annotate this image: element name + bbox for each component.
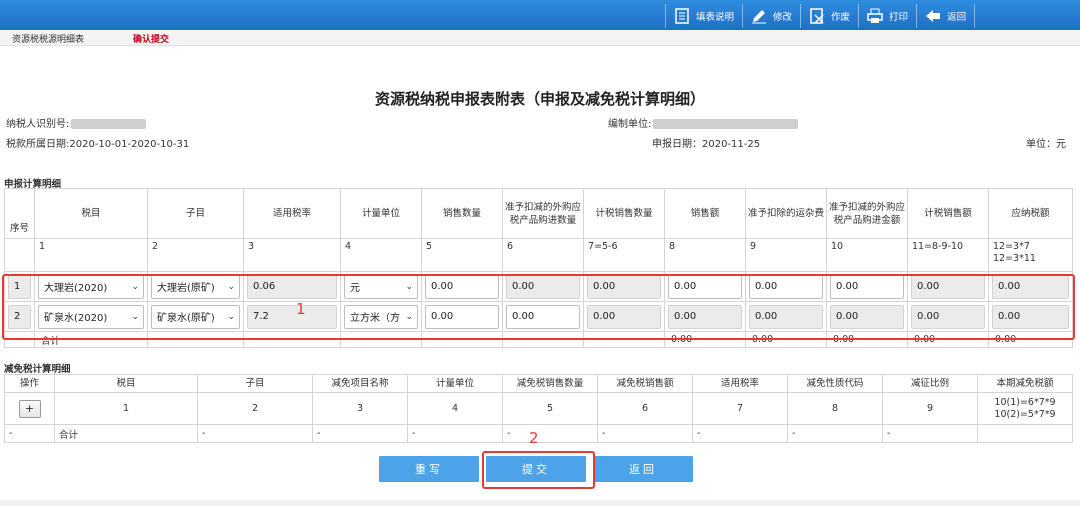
col-header: 本期减免税额 [977, 374, 1073, 393]
taxpayer-id: 纳税人识别号: [6, 115, 147, 130]
index-cell: 7 [692, 392, 788, 425]
col-header: 子目 [147, 188, 244, 239]
index-cell: 1 [34, 238, 148, 272]
index-cell: 9 [745, 238, 827, 272]
void-button[interactable]: 作废 [800, 4, 858, 28]
index-cell: 2 [197, 392, 313, 425]
index-cell: 4 [407, 392, 503, 425]
col-header: 销售额 [664, 188, 746, 239]
col-header: 计税销售数量 [583, 188, 665, 239]
void-document-icon [809, 8, 825, 24]
redacted-value [653, 119, 799, 129]
toolbar-label: 打印 [889, 12, 909, 23]
total-cell: - [197, 424, 313, 443]
annotation-number-1: 1 [296, 300, 306, 318]
index-cell: 1 [54, 392, 198, 425]
index-cell: 7=5-6 [583, 238, 665, 272]
document-icon [674, 8, 690, 24]
col-header: 准予扣减的外购应税产品购进金额 [826, 188, 908, 239]
total-cell: - [787, 424, 883, 443]
return-button[interactable]: 返回 [916, 4, 976, 28]
col-header: 准予扣除的运杂费 [745, 188, 827, 239]
fill-instructions-button[interactable]: 填表说明 [665, 4, 742, 28]
index-cell: 6 [597, 392, 693, 425]
annotation-box-1 [2, 274, 1075, 340]
toolbar-label: 返回 [947, 12, 967, 23]
annotation-number-2: 2 [529, 429, 539, 447]
print-button[interactable]: 打印 [858, 4, 916, 28]
col-header: 减免性质代码 [787, 374, 883, 393]
add-row-button[interactable]: + [18, 399, 41, 418]
page-title: 资源税纳税申报表附表（申报及减免税计算明细） [374, 90, 705, 108]
col-header: 税目 [34, 188, 148, 239]
col-header: 适用税率 [243, 188, 341, 239]
index-cell: 10(1)=6*7*9 10(2)=5*7*9 [977, 392, 1073, 425]
col-header: 计税销售额 [907, 188, 989, 239]
index-cell: 9 [882, 392, 978, 425]
top-toolbar: 填表说明 修改 作废 打印 返回 [0, 0, 1080, 30]
index-cell: 3 [312, 392, 408, 425]
total-cell: - [597, 424, 693, 443]
col-header: 操作 [4, 374, 55, 393]
index-cell: 8 [787, 392, 883, 425]
col-header: 准予扣减的外购应税产品购进数量 [502, 188, 584, 239]
edit-button[interactable]: 修改 [742, 4, 800, 28]
total-cell: - [502, 424, 598, 443]
index-cell: 12=3*7 12=3*11 [988, 238, 1073, 272]
total-cell: - [312, 424, 408, 443]
report-date: 申报日期：2020-11-25 [652, 139, 761, 150]
section2-label: 减免税计算明细 [4, 364, 71, 375]
index-cell [4, 238, 35, 272]
total-cell: - [692, 424, 788, 443]
index-cell: 5 [502, 392, 598, 425]
redacted-value [71, 119, 147, 129]
col-header: 适用税率 [692, 374, 788, 393]
index-cell: 6 [502, 238, 584, 272]
tab-confirm-submit[interactable]: 确认提交 [133, 32, 169, 45]
footer-strip [0, 500, 1080, 506]
col-header: 税目 [54, 374, 198, 393]
col-header: 减征比例 [882, 374, 978, 393]
printer-icon [867, 8, 883, 24]
total-cell: - [4, 424, 55, 443]
total-label: 合计 [54, 424, 198, 443]
back-arrow-icon [925, 8, 941, 24]
total-cell: - [882, 424, 978, 443]
col-header: 计量单位 [340, 188, 422, 239]
prep-unit-label: 编制单位: [608, 119, 652, 130]
prep-unit: 编制单位: [608, 115, 799, 130]
total-cell: - [407, 424, 503, 443]
index-cell: 2 [147, 238, 244, 272]
col-header: 销售数量 [421, 188, 503, 239]
currency-unit: 单位：元 [1026, 139, 1066, 150]
annotation-box-2 [482, 451, 595, 489]
index-cell: 5 [421, 238, 503, 272]
breadcrumb-bar: 资源税税源明细表 确认提交 [0, 30, 1080, 46]
pencil-icon [751, 8, 767, 24]
col-header: 计量单位 [407, 374, 503, 393]
index-cell: 8 [664, 238, 746, 272]
taxpayer-id-label: 纳税人识别号: [6, 119, 70, 130]
toolbar-label: 填表说明 [696, 12, 735, 23]
col-header: 应纳税额 [988, 188, 1073, 239]
toolbar-label: 作废 [831, 12, 851, 23]
index-cell: 11=8-9-10 [907, 238, 989, 272]
index-cell: 4 [340, 238, 422, 272]
col-header: 序号 [4, 188, 35, 239]
toolbar-buttons: 填表说明 修改 作废 打印 返回 [665, 4, 976, 28]
index-cell: 3 [243, 238, 341, 272]
total-cell [977, 424, 1073, 443]
col-header: 减免税销售额 [597, 374, 693, 393]
col-header: 减免项目名称 [312, 374, 408, 393]
tax-period: 税款所属日期:2020-10-01-2020-10-31 [6, 139, 190, 150]
tab-resource-tax-detail[interactable]: 资源税税源明细表 [12, 32, 84, 45]
back-button[interactable]: 返回 [593, 456, 693, 482]
toolbar-label: 修改 [773, 12, 793, 23]
col-header: 减免税销售数量 [502, 374, 598, 393]
reset-button[interactable]: 重写 [379, 456, 479, 482]
index-cell: 10 [826, 238, 908, 272]
col-header: 子目 [197, 374, 313, 393]
